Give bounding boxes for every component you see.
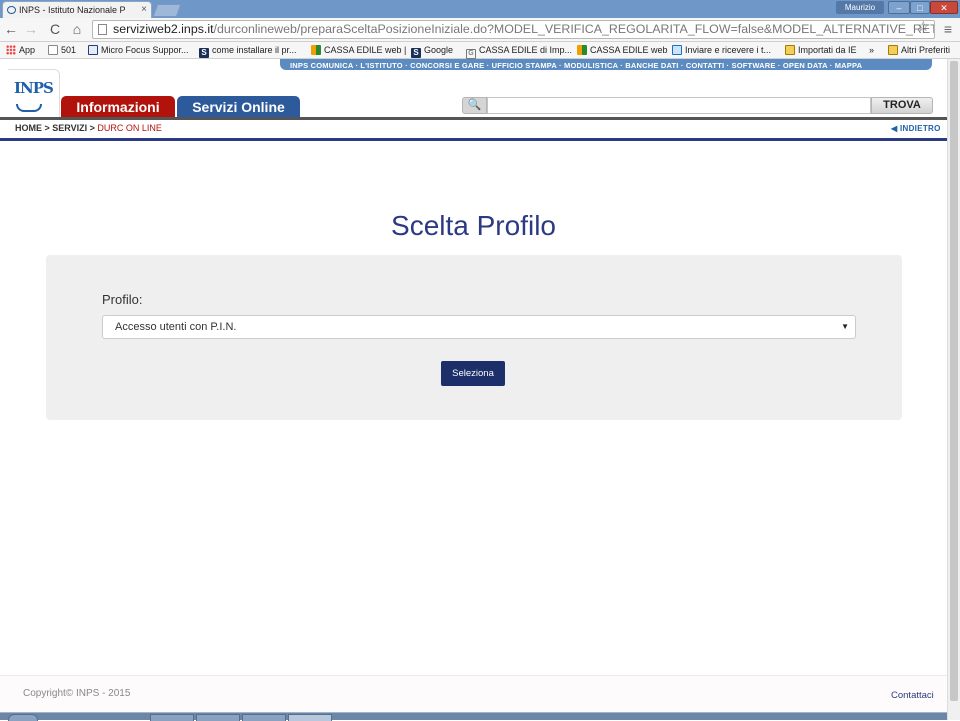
s-icon: S — [199, 48, 209, 58]
profile-label: Profilo: — [102, 292, 143, 307]
search-icon[interactable]: 🔍 — [462, 97, 487, 114]
bookmark-label: Micro Focus Suppor... — [101, 45, 189, 55]
seleziona-button[interactable]: Seleziona — [441, 361, 505, 386]
breadcrumb-separator: > — [42, 123, 53, 133]
os-taskbar — [0, 712, 947, 721]
tab-informazioni[interactable]: Informazioni — [61, 96, 175, 118]
tab-servizi-online[interactable]: Servizi Online — [177, 96, 300, 118]
bookmark-label: Inviare e ricevere i t... — [685, 45, 772, 55]
bookmark-come-installare[interactable]: Scome installare il pr... — [199, 44, 297, 58]
address-path: /durconlineweb/preparaSceltaPosizioneIni… — [213, 22, 935, 36]
browser-tab[interactable]: INPS - Istituto Nazionale P × — [2, 1, 152, 18]
bookmark-label: Importati da IE — [798, 45, 857, 55]
bookmark-label: App — [19, 45, 36, 55]
bookmark-inviare[interactable]: Inviare e ricevere i t... — [672, 44, 771, 56]
breadcrumb-current: DURC ON LINE — [97, 123, 162, 133]
google-g-icon: G — [466, 49, 476, 59]
folder-icon — [785, 45, 795, 55]
bookmark-app[interactable]: App — [6, 44, 35, 56]
logo-text: INPS — [14, 79, 54, 97]
bookmark-label: 501 — [61, 45, 77, 55]
bookmark-star-icon[interactable]: ☆ — [917, 18, 930, 35]
address-host: serviziweb2.inps.it — [113, 22, 214, 36]
profile-user-badge[interactable]: Maurizio — [836, 1, 884, 14]
back-link[interactable]: ◀ INDIETRO — [891, 124, 941, 133]
breadcrumb-home[interactable]: HOME — [15, 123, 42, 133]
bookmark-label: CASSA EDILE di Imp... — [479, 45, 573, 55]
profile-select-value: Accesso utenti con P.I.N. — [115, 321, 237, 333]
folder-icon — [888, 45, 898, 55]
bookmarks-overflow-chevron[interactable]: » — [869, 44, 874, 56]
scrollbar-thumb[interactable] — [950, 61, 958, 701]
minimize-button[interactable]: – — [888, 1, 910, 14]
microfocus-icon — [88, 45, 98, 55]
bookmark-importati-da-ie[interactable]: Importati da IE — [785, 44, 857, 56]
bookmark-501[interactable]: 501 — [48, 44, 76, 56]
bookmark-label: Altri Preferiti — [901, 45, 951, 55]
header-divider — [0, 117, 947, 120]
browser-titlebar: INPS - Istituto Nazionale P × Maurizio –… — [0, 0, 960, 18]
profile-select[interactable]: Accesso utenti con P.I.N. ▼ — [102, 315, 856, 339]
mail-icon — [672, 45, 682, 55]
search-input[interactable] — [487, 97, 871, 114]
bookmark-cassa-edile-web-1[interactable]: CASSA EDILE web | — [311, 44, 406, 56]
bookmark-label: CASSA EDILE web | — [324, 45, 407, 55]
maximize-button[interactable]: □ — [910, 1, 930, 14]
tab-close-icon[interactable]: × — [141, 4, 147, 15]
bookmark-label: come installare il pr... — [212, 45, 297, 55]
breadcrumb-separator: > — [87, 123, 98, 133]
address-bar[interactable]: serviziweb2.inps.it/durconlineweb/prepar… — [92, 20, 935, 39]
page-viewport: INPS COMUNICA · L'ISTITUTO · CONCORSI E … — [0, 59, 947, 720]
breadcrumb-divider — [0, 138, 947, 141]
s-icon: S — [411, 48, 421, 58]
contattaci-link[interactable]: Contattaci — [891, 690, 934, 701]
tab-title: INPS - Istituto Nazionale P — [19, 5, 126, 15]
apps-icon — [6, 45, 16, 55]
bookmark-cassa-edile-web-2[interactable]: CASSA EDILE web — [577, 44, 668, 56]
forward-arrow-icon[interactable]: → — [22, 20, 40, 38]
back-link-label: INDIETRO — [899, 124, 941, 133]
bookmark-micro-focus[interactable]: Micro Focus Suppor... — [88, 44, 189, 56]
vertical-scrollbar[interactable] — [947, 59, 960, 720]
page-icon — [48, 45, 58, 55]
breadcrumb-servizi[interactable]: SERVIZI — [52, 123, 87, 133]
bookmarks-bar: App 501 Micro Focus Suppor... Scome inst… — [0, 42, 960, 59]
logo-swoosh-icon — [16, 104, 42, 112]
site-top-nav[interactable]: INPS COMUNICA · L'ISTITUTO · CONCORSI E … — [280, 59, 932, 70]
page-title: Scelta Profilo — [391, 210, 556, 241]
page-footer: Copyright© INPS - 2015 Contattaci — [0, 675, 947, 713]
cassa-edile-icon — [311, 45, 321, 55]
inps-logo[interactable]: INPS — [8, 69, 60, 117]
home-icon[interactable]: ⌂ — [68, 20, 86, 38]
chrome-menu-icon[interactable]: ≡ — [940, 20, 956, 38]
bookmark-google[interactable]: S Google — [411, 44, 453, 58]
browser-toolbar: ← → C ⌂ serviziweb2.inps.it/durconlinewe… — [0, 18, 960, 42]
copyright-text: Copyright© INPS - 2015 — [23, 688, 131, 699]
bookmark-label: CASSA EDILE web — [590, 45, 668, 55]
inps-favicon-icon — [7, 6, 16, 14]
back-arrow-icon[interactable]: ← — [2, 20, 20, 38]
new-tab-button[interactable] — [152, 4, 182, 17]
close-window-button[interactable]: ✕ — [930, 1, 958, 14]
breadcrumb: HOME > SERVIZI > DURC ON LINE — [15, 123, 162, 133]
cassa-edile-icon — [577, 45, 587, 55]
bookmark-cassa-edile-imp[interactable]: G CASSA EDILE di Imp... — [466, 44, 572, 59]
search-submit-button[interactable]: TROVA — [871, 97, 933, 114]
chevron-left-icon: ◀ — [891, 124, 898, 133]
bookmark-altri-preferiti[interactable]: Altri Preferiti — [888, 44, 950, 56]
dropdown-arrow-icon: ▼ — [841, 322, 849, 331]
profile-form-panel: Profilo: Accesso utenti con P.I.N. ▼ Sel… — [46, 255, 902, 420]
page-icon — [98, 24, 107, 35]
bookmark-label: Google — [424, 45, 454, 55]
reload-icon[interactable]: C — [46, 20, 64, 38]
